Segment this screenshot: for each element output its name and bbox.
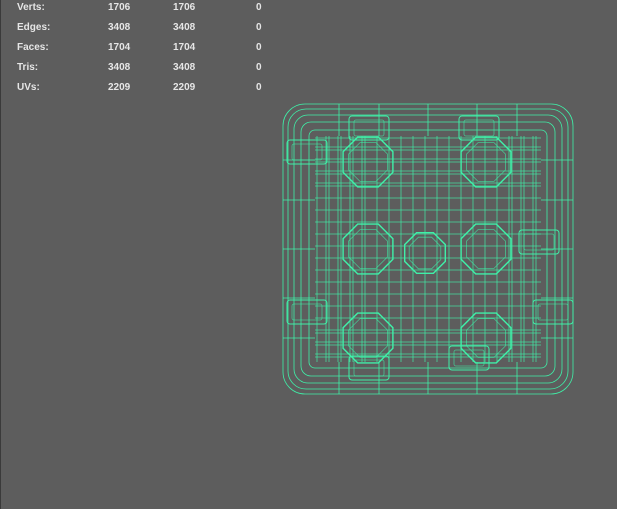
hud-label: Faces: [17,42,49,53]
hud-label: UVs: [17,82,40,93]
hud-component-count: 0 [256,2,262,13]
hud-selected-count: 1706 [173,2,196,13]
hud-component-count: 0 [256,22,262,33]
pip-cutout [342,312,394,364]
hud-label: Edges: [17,22,51,33]
dice-wireframe-mesh[interactable] [279,100,577,398]
pip-cutout [460,312,512,364]
3d-viewport[interactable]: Verts: 1706 1706 0 Edges: 3408 3408 0 Fa… [0,0,617,509]
hud-object-count: 3408 [108,62,131,73]
hud-selected-count: 1704 [173,42,196,53]
hud-selected-count: 2209 [173,82,196,93]
hud-selected-count: 3408 [173,22,196,33]
pip-cutout [460,223,512,275]
hud-selected-count: 3408 [173,62,196,73]
hud-object-count: 3408 [108,22,131,33]
pip-cutout [342,223,394,275]
hud-label: Verts: [17,2,45,13]
hud-object-count: 1704 [108,42,131,53]
hud-component-count: 0 [256,62,262,73]
hud-object-count: 2209 [108,82,131,93]
hud-object-count: 1706 [108,2,131,13]
hud-label: Tris: [17,62,39,73]
hud-component-count: 0 [256,82,262,93]
hud-component-count: 0 [256,42,262,53]
